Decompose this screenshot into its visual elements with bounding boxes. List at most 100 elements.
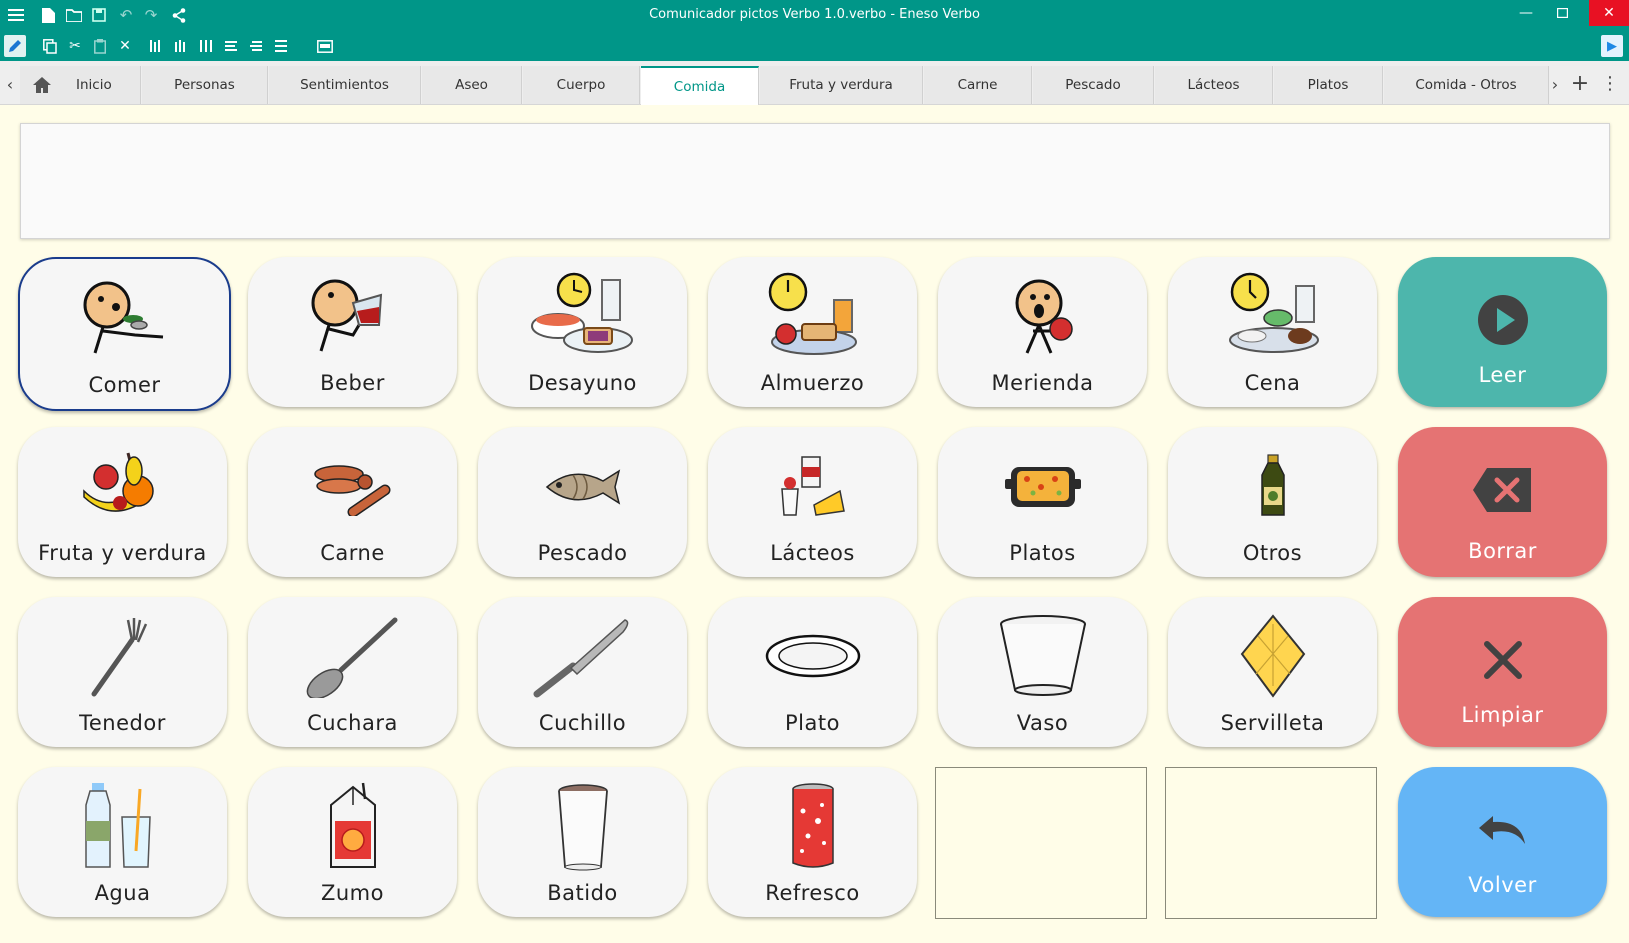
home-icon <box>32 76 52 94</box>
tab-cuerpo[interactable]: Cuerpo <box>523 66 640 104</box>
cell-label: Pescado <box>537 541 628 565</box>
cell-refresco[interactable]: Refresco <box>708 767 917 917</box>
empty-cell[interactable] <box>935 767 1147 919</box>
cell-zumo[interactable]: Zumo <box>248 767 457 917</box>
cell-label: Merienda <box>991 371 1094 395</box>
cell-cuchara[interactable]: Cuchara <box>248 597 457 747</box>
minimize-icon[interactable]: — <box>1508 0 1544 26</box>
empty-cell[interactable] <box>1165 767 1377 919</box>
cell-label: Carne <box>320 541 385 565</box>
backspace-icon <box>1398 445 1607 535</box>
cell-label: Zumo <box>320 881 384 905</box>
tab-platos[interactable]: Platos <box>1274 66 1383 104</box>
category-tabs: ‹ Inicio Personas Sentimientos Aseo Cuer… <box>0 61 1629 105</box>
tab-lacteos[interactable]: Lácteos <box>1155 66 1273 104</box>
tab-home[interactable]: Inicio <box>20 66 141 104</box>
cell-platos[interactable]: Platos <box>938 427 1147 577</box>
align-columns-left-icon[interactable] <box>145 35 167 57</box>
cell-label: Leer <box>1478 363 1527 387</box>
maximize-icon[interactable] <box>1544 0 1580 26</box>
person-eating-icon <box>20 273 229 363</box>
paste-icon[interactable] <box>89 35 111 57</box>
cell-carne[interactable]: Carne <box>248 427 457 577</box>
tab-comida-otros[interactable]: Comida - Otros <box>1384 66 1549 104</box>
juice-box-icon <box>248 781 457 871</box>
lunch-icon <box>708 271 917 361</box>
cell-label: Cena <box>1244 371 1301 395</box>
tab-home-label: Inicio <box>76 77 112 93</box>
cell-cena[interactable]: Cena <box>1168 257 1377 407</box>
read-button[interactable]: Leer <box>1398 257 1607 407</box>
spoon-icon <box>248 611 457 701</box>
title-bar: ↶ ↷ Comunicador pictos Verbo 1.0.verbo -… <box>0 0 1629 31</box>
cut-icon[interactable]: ✂ <box>64 35 86 57</box>
cell-label: Fruta y verdura <box>38 541 207 565</box>
distribute-rows-icon[interactable] <box>270 35 292 57</box>
cell-vaso[interactable]: Vaso <box>938 597 1147 747</box>
delete-icon[interactable]: ✕ <box>114 35 136 57</box>
align-rows-middle-icon[interactable] <box>245 35 267 57</box>
water-icon <box>18 781 227 871</box>
tab-aseo[interactable]: Aseo <box>422 66 522 104</box>
cell-beber[interactable]: Beber <box>248 257 457 407</box>
tab-pescado[interactable]: Pescado <box>1033 66 1154 104</box>
cell-desayuno[interactable]: Desayuno <box>478 257 687 407</box>
cell-comer[interactable]: Comer <box>18 257 231 411</box>
cell-agua[interactable]: Agua <box>18 767 227 917</box>
align-columns-center-icon[interactable] <box>170 35 192 57</box>
back-button[interactable]: Volver <box>1398 767 1607 917</box>
cell-label: Beber <box>320 371 385 395</box>
distribute-columns-icon[interactable] <box>195 35 217 57</box>
cell-label: Cuchillo <box>538 711 627 735</box>
play-icon <box>1398 275 1607 365</box>
more-options-icon[interactable]: ⋮ <box>1598 69 1622 97</box>
edit-mode-icon[interactable] <box>4 35 26 57</box>
snack-icon <box>938 271 1147 361</box>
copy-icon[interactable] <box>39 35 61 57</box>
add-tab-icon[interactable]: + <box>1568 69 1592 97</box>
person-drinking-icon <box>248 271 457 361</box>
cell-label: Comer <box>88 373 161 397</box>
cell-otros[interactable]: Otros <box>1168 427 1377 577</box>
knife-icon <box>478 611 687 701</box>
cell-tenedor[interactable]: Tenedor <box>18 597 227 747</box>
tabs-scroll-right-icon[interactable]: › <box>1548 71 1562 97</box>
cell-label: Servilleta <box>1220 711 1325 735</box>
play-mode-icon[interactable]: ▶ <box>1601 35 1623 57</box>
plate-icon <box>708 611 917 701</box>
cell-label: Desayuno <box>528 371 637 395</box>
cell-batido[interactable]: Batido <box>478 767 687 917</box>
cell-cuchillo[interactable]: Cuchillo <box>478 597 687 747</box>
cell-label: Lácteos <box>770 541 855 565</box>
cell-label: Refresco <box>765 881 860 905</box>
tab-comida[interactable]: Comida <box>641 66 759 105</box>
sentence-bar[interactable] <box>20 123 1610 239</box>
delete-button[interactable]: Borrar <box>1398 427 1607 577</box>
breakfast-icon <box>478 271 687 361</box>
cell-label: Tenedor <box>79 711 166 735</box>
cell-label: Batido <box>547 881 618 905</box>
tab-sentimientos[interactable]: Sentimientos <box>269 66 421 104</box>
clear-button[interactable]: Limpiar <box>1398 597 1607 747</box>
window-close-icon[interactable]: ✕ <box>1589 0 1629 26</box>
tab-fruta-y-verdura[interactable]: Fruta y verdura <box>760 66 923 104</box>
cell-merienda[interactable]: Merienda <box>938 257 1147 407</box>
tab-carne[interactable]: Carne <box>924 66 1032 104</box>
tab-personas[interactable]: Personas <box>142 66 268 104</box>
close-icon <box>1398 615 1607 705</box>
align-rows-top-icon[interactable] <box>220 35 242 57</box>
cell-servilleta[interactable]: Servilleta <box>1168 597 1377 747</box>
cell-almuerzo[interactable]: Almuerzo <box>708 257 917 407</box>
fruit-icon <box>18 441 227 531</box>
casserole-icon <box>938 441 1147 531</box>
tabs-scroll-left-icon[interactable]: ‹ <box>3 71 17 97</box>
cell-plato[interactable]: Plato <box>708 597 917 747</box>
dinner-icon <box>1168 271 1377 361</box>
cell-lacteos[interactable]: Lácteos <box>708 427 917 577</box>
window-title: Comunicador pictos Verbo 1.0.verbo - Ene… <box>649 7 980 22</box>
cell-fruta-y-verdura[interactable]: Fruta y verdura <box>18 427 227 577</box>
cell-pescado[interactable]: Pescado <box>478 427 687 577</box>
soda-can-icon <box>708 781 917 871</box>
window-layout-icon[interactable] <box>314 35 336 57</box>
cell-label: Volver <box>1468 873 1537 897</box>
